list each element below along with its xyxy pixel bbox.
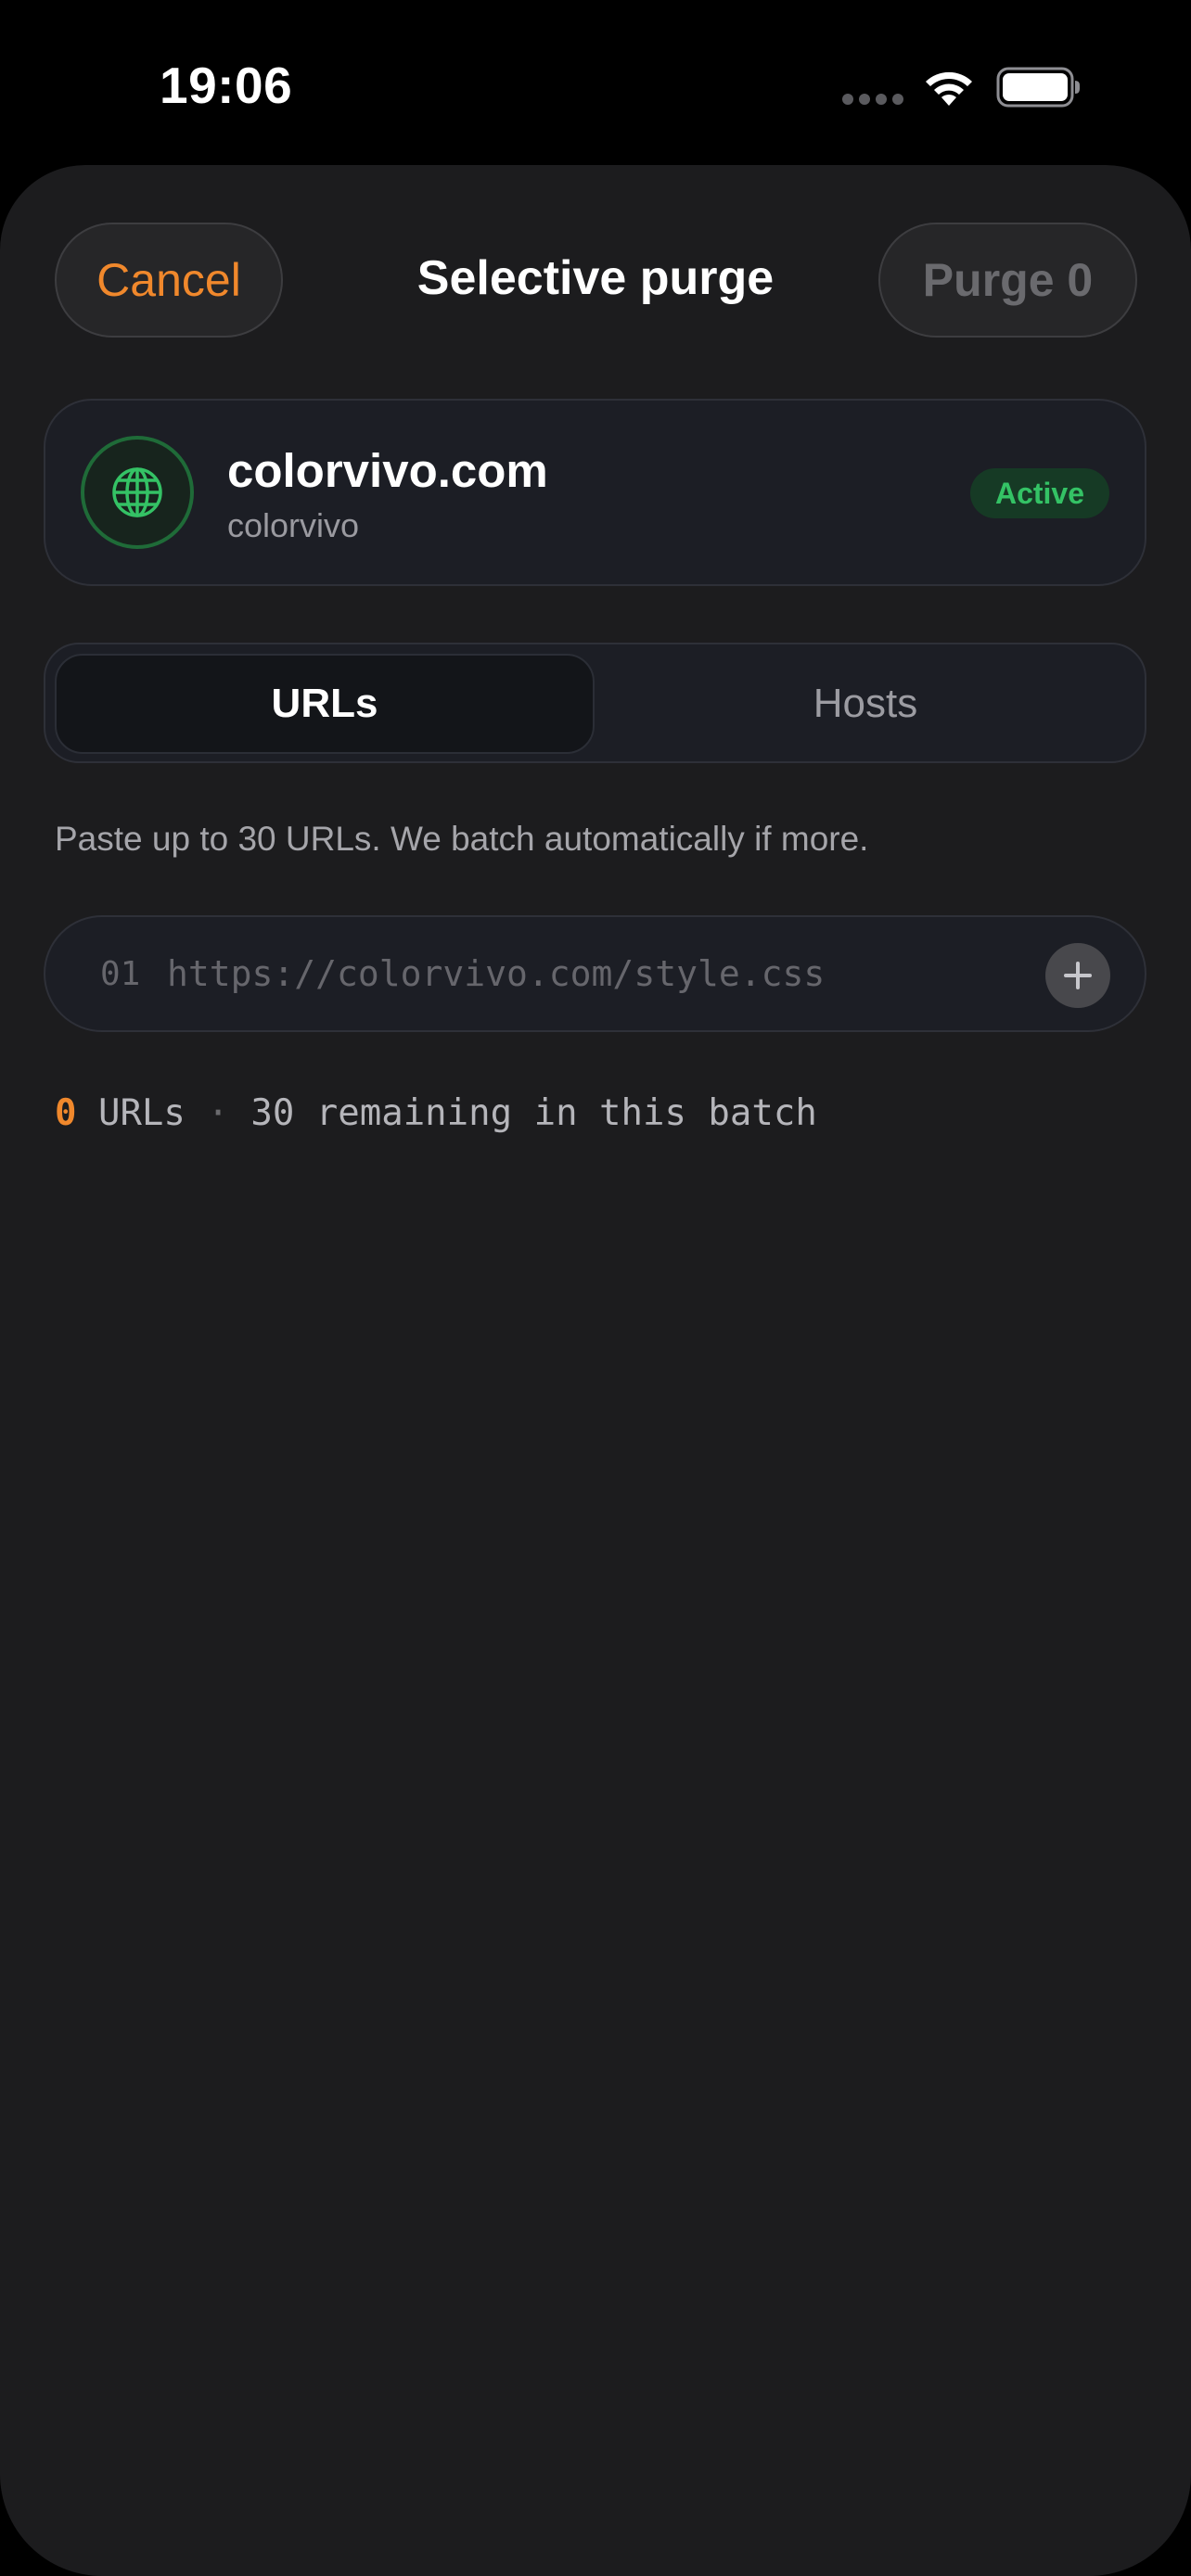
helper-text: Paste up to 30 URLs. We batch automatica… [55, 820, 869, 858]
url-counter: 0 URLs · 30 remaining in this batch [55, 1092, 817, 1134]
status-bar: 19:06 [0, 0, 1191, 165]
add-url-button[interactable] [1045, 943, 1110, 1008]
zone-avatar [81, 436, 194, 549]
status-badge: Active [970, 468, 1109, 518]
purge-button[interactable]: Purge 0 [878, 223, 1137, 338]
tab-hosts[interactable]: Hosts [595, 654, 1136, 754]
remaining-count: 30 remaining in this batch [250, 1092, 817, 1134]
globe-icon [112, 467, 162, 517]
url-input[interactable] [167, 946, 1020, 1001]
url-line-number: 01 [100, 955, 141, 993]
battery-icon [996, 67, 1080, 108]
plus-icon [1064, 962, 1092, 989]
status-time: 19:06 [160, 57, 293, 114]
tab-urls[interactable]: URLs [55, 654, 595, 754]
url-count: 0 [55, 1092, 77, 1134]
zone-account: colorvivo [227, 506, 360, 544]
counter-separator: · [207, 1092, 229, 1134]
zone-name: colorvivo.com [227, 444, 548, 497]
cellular-signal-icon [842, 94, 905, 107]
url-count-unit: URLs [97, 1092, 186, 1134]
wifi-icon [926, 71, 972, 106]
